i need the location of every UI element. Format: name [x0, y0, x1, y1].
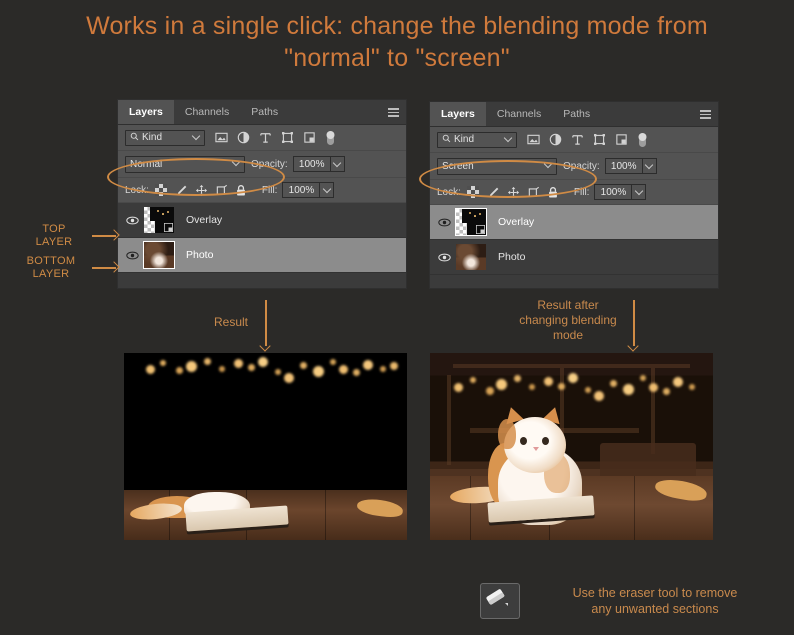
- panel-tab-bar: Layers Channels Paths: [430, 102, 718, 127]
- search-icon: [442, 134, 451, 146]
- page-title: Works in a single click: change the blen…: [86, 12, 708, 72]
- filter-toggle-icon[interactable]: [637, 133, 650, 147]
- adjustment-layer-icon[interactable]: [549, 133, 562, 146]
- pixel-layer-icon[interactable]: [527, 133, 540, 146]
- tab-channels[interactable]: Channels: [173, 100, 241, 124]
- eye-icon[interactable]: [436, 218, 452, 227]
- search-icon: [130, 132, 139, 144]
- tab-paths[interactable]: Paths: [240, 100, 290, 124]
- top-layer-arrow: [92, 229, 120, 242]
- smart-object-icon[interactable]: [303, 131, 316, 144]
- shape-layer-icon[interactable]: [281, 131, 294, 144]
- chevron-down-icon: [191, 131, 201, 140]
- layer-name: Overlay: [498, 216, 535, 228]
- layer-name: Overlay: [186, 214, 223, 226]
- layer-name: Photo: [498, 251, 526, 263]
- type-layer-icon[interactable]: [571, 133, 584, 146]
- panel-body: Kind: [430, 127, 718, 275]
- panel-menu-icon[interactable]: [388, 108, 399, 117]
- overlay-transparent-thumb[interactable]: [455, 208, 487, 236]
- filter-kind-select[interactable]: Kind: [125, 129, 205, 146]
- filter-kind-select[interactable]: Kind: [437, 131, 517, 148]
- adjustment-layer-icon[interactable]: [237, 131, 250, 144]
- filter-type-icons: [527, 133, 650, 147]
- pixel-layer-icon[interactable]: [215, 131, 228, 144]
- eraser-note-text: Use the eraser tool to remove any unwant…: [572, 586, 738, 616]
- chevron-down-icon: [503, 133, 513, 142]
- layer-row-overlay[interactable]: Overlay: [118, 203, 406, 238]
- panel-tab-bar: Layers Channels Paths: [118, 100, 406, 125]
- layer-row-overlay[interactable]: Overlay: [430, 205, 718, 240]
- opacity-value[interactable]: 100%: [292, 156, 331, 172]
- eraser-tool-button[interactable]: [480, 583, 520, 619]
- filter-type-icons: [215, 131, 338, 145]
- result-left-arrow: [259, 300, 272, 352]
- photo-kitten-thumb[interactable]: [456, 244, 486, 270]
- eye-icon[interactable]: [124, 251, 140, 260]
- layers-list: Overlay Photo: [118, 203, 406, 273]
- fill-value[interactable]: 100%: [594, 184, 633, 200]
- filter-toggle-icon[interactable]: [325, 131, 338, 145]
- fill-stepper-icon[interactable]: [320, 182, 335, 198]
- eraser-tool-icon: [486, 589, 508, 606]
- blending-mode-highlight-left: [107, 158, 285, 196]
- opacity-stepper-icon[interactable]: [642, 158, 657, 174]
- tab-layers[interactable]: Layers: [430, 102, 486, 126]
- overlay-transparent-thumb[interactable]: [144, 207, 174, 233]
- filter-kind-label: Kind: [142, 132, 163, 143]
- fill-stepper-icon[interactable]: [632, 184, 647, 200]
- shape-layer-icon[interactable]: [593, 133, 606, 146]
- layer-row-photo[interactable]: Photo: [118, 238, 406, 273]
- top-layer-label: TOP LAYER: [35, 223, 73, 248]
- tab-paths[interactable]: Paths: [552, 102, 602, 126]
- result-right-arrow: [627, 300, 640, 352]
- photo-kitten-thumb[interactable]: [143, 241, 175, 269]
- layer-row-photo[interactable]: Photo: [430, 240, 718, 275]
- bottom-layer-arrow: [92, 261, 120, 274]
- eye-icon[interactable]: [436, 253, 452, 262]
- blending-mode-highlight-right: [419, 160, 597, 198]
- fill-value[interactable]: 100%: [282, 182, 321, 198]
- result-image-screen: [430, 353, 713, 540]
- eye-icon[interactable]: [124, 216, 140, 225]
- layer-filter-row: Kind: [430, 127, 718, 153]
- panel-body: Kind: [118, 125, 406, 273]
- result-image-normal: [124, 353, 407, 540]
- bottom-layer-label: BOTTOM LAYER: [26, 255, 76, 280]
- opacity-value[interactable]: 100%: [604, 158, 643, 174]
- opacity-stepper-icon[interactable]: [330, 156, 345, 172]
- tab-layers[interactable]: Layers: [118, 100, 174, 124]
- result-right-caption: Result after changing blending mode: [519, 298, 617, 342]
- layers-list: Overlay Photo: [430, 205, 718, 275]
- smart-object-icon[interactable]: [615, 133, 628, 146]
- layer-name: Photo: [186, 249, 214, 261]
- type-layer-icon[interactable]: [259, 131, 272, 144]
- panel-menu-icon[interactable]: [700, 110, 711, 119]
- tab-channels[interactable]: Channels: [485, 102, 553, 126]
- layer-filter-row: Kind: [118, 125, 406, 151]
- filter-kind-label: Kind: [454, 134, 475, 145]
